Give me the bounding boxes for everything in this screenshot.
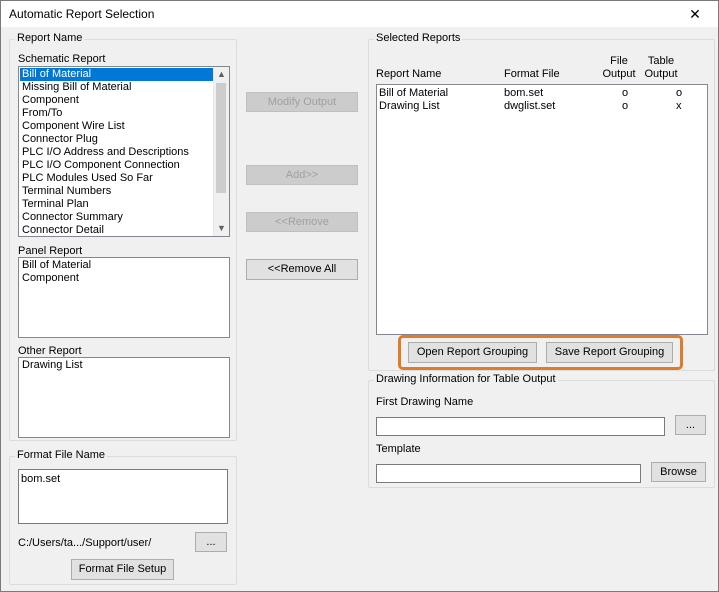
format-file-path: C:/Users/ta.../Support/user/ bbox=[18, 537, 152, 549]
cell-table-output: x bbox=[676, 100, 682, 112]
col-header-file-output-line2: Output bbox=[602, 68, 636, 80]
list-item[interactable]: Bill of Material bbox=[20, 68, 213, 81]
list-item[interactable]: PLC I/O Address and Descriptions bbox=[20, 146, 213, 159]
selected-reports-list[interactable]: Bill of Material bom.set o o Drawing List dwg… bbox=[376, 84, 708, 335]
list-item[interactable]: Connector Plug bbox=[20, 133, 213, 146]
panel-report-label: Panel Report bbox=[18, 245, 83, 257]
add-button[interactable]: Add>> bbox=[246, 165, 358, 185]
cell-report-name: Bill of Material bbox=[379, 87, 449, 99]
list-item[interactable]: Connector Summary bbox=[20, 211, 213, 224]
list-item[interactable]: Connector Detail bbox=[20, 224, 213, 236]
list-item[interactable]: Component Wire List bbox=[20, 120, 213, 133]
schematic-report-list[interactable]: Bill of Material Missing Bill of Material… bbox=[18, 66, 230, 237]
col-header-table-output-line2: Output bbox=[644, 68, 678, 80]
schematic-report-label: Schematic Report bbox=[18, 53, 106, 65]
report-selection-dialog: Automatic Report Selection ✕ Report Name… bbox=[0, 0, 719, 592]
col-header-table-output-line1: Table bbox=[647, 55, 675, 67]
list-item[interactable]: PLC I/O Component Connection bbox=[20, 159, 213, 172]
list-item[interactable]: From/To bbox=[20, 107, 213, 120]
col-header-table-output: Table Output bbox=[639, 55, 683, 81]
format-file-value: bom.set bbox=[21, 473, 61, 485]
other-report-list[interactable]: Drawing List bbox=[18, 357, 230, 438]
cell-file-output: o bbox=[622, 100, 629, 112]
cell-format-file: dwglist.set bbox=[504, 100, 556, 112]
list-item[interactable]: Component bbox=[20, 94, 213, 107]
table-row[interactable]: Drawing List dwglist.set o x bbox=[377, 100, 707, 113]
cell-report-name: Drawing List bbox=[379, 100, 440, 112]
window-title: Automatic Report Selection bbox=[9, 7, 155, 21]
other-report-label: Other Report bbox=[18, 345, 82, 357]
template-input[interactable] bbox=[376, 464, 641, 483]
modify-output-button[interactable]: Modify Output bbox=[246, 92, 358, 112]
col-header-report-name: Report Name bbox=[376, 68, 442, 80]
list-item[interactable]: Terminal Numbers bbox=[20, 185, 213, 198]
scroll-down-icon[interactable]: ▼ bbox=[214, 221, 229, 236]
report-name-group-label: Report Name bbox=[15, 32, 85, 44]
list-item[interactable]: Component bbox=[20, 272, 228, 285]
format-file-textbox[interactable]: bom.set bbox=[18, 469, 228, 524]
schematic-list-scrollbar[interactable]: ▲ ▼ bbox=[213, 67, 229, 236]
first-drawing-name-input[interactable] bbox=[376, 417, 665, 436]
format-file-browse-button[interactable]: ... bbox=[195, 532, 227, 552]
table-row[interactable]: Bill of Material bom.set o o bbox=[377, 87, 707, 100]
save-report-grouping-button[interactable]: Save Report Grouping bbox=[546, 342, 673, 363]
col-header-file-output: File Output bbox=[597, 55, 641, 81]
list-item[interactable]: PLC Modules Used So Far bbox=[20, 172, 213, 185]
remove-all-button[interactable]: <<Remove All bbox=[246, 259, 358, 280]
list-item[interactable]: Drawing List bbox=[20, 359, 228, 372]
format-file-setup-button[interactable]: Format File Setup bbox=[71, 559, 174, 580]
drawing-info-group-label: Drawing Information for Table Output bbox=[374, 373, 558, 385]
list-item[interactable]: Terminal Plan bbox=[20, 198, 213, 211]
template-browse-button[interactable]: Browse bbox=[651, 462, 706, 482]
selected-reports-group-label: Selected Reports bbox=[374, 32, 463, 44]
cell-file-output: o bbox=[622, 87, 629, 99]
col-header-file-output-line1: File bbox=[610, 55, 628, 67]
cell-table-output: o bbox=[676, 87, 683, 99]
format-file-group-label: Format File Name bbox=[15, 449, 108, 461]
remove-button[interactable]: <<Remove bbox=[246, 212, 358, 232]
panel-report-list[interactable]: Bill of Material Component bbox=[18, 257, 230, 338]
title-bar: Automatic Report Selection ✕ bbox=[1, 1, 718, 27]
list-item[interactable]: Bill of Material bbox=[20, 259, 228, 272]
first-drawing-name-label: First Drawing Name bbox=[376, 396, 474, 408]
scroll-up-icon[interactable]: ▲ bbox=[214, 67, 229, 82]
scroll-thumb[interactable] bbox=[216, 83, 226, 193]
list-item[interactable]: Missing Bill of Material bbox=[20, 81, 213, 94]
close-icon[interactable]: ✕ bbox=[672, 1, 718, 27]
open-report-grouping-button[interactable]: Open Report Grouping bbox=[408, 342, 537, 363]
template-label: Template bbox=[376, 443, 421, 455]
col-header-format-file: Format File bbox=[504, 68, 560, 80]
cell-format-file: bom.set bbox=[504, 87, 544, 99]
first-drawing-browse-button[interactable]: ... bbox=[675, 415, 706, 435]
